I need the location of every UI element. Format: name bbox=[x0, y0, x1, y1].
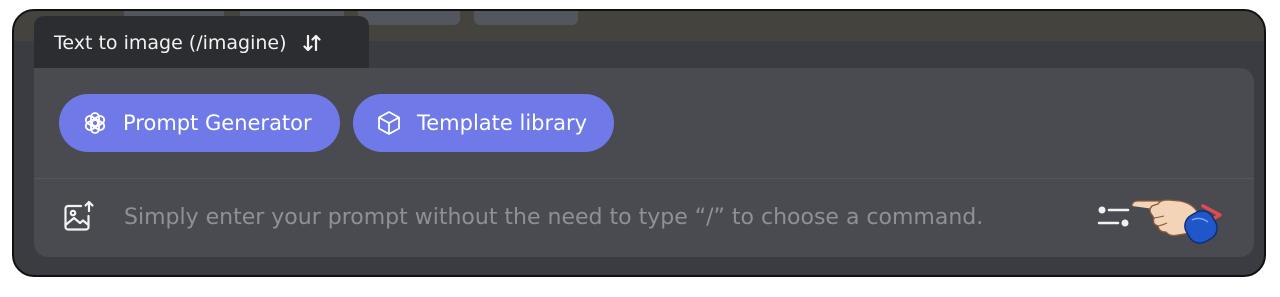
swap-vertical-icon[interactable] bbox=[302, 33, 321, 53]
image-upload-icon[interactable] bbox=[62, 199, 96, 233]
mode-tab-label: Text to image (/imagine) bbox=[54, 32, 287, 54]
mode-tab[interactable]: Text to image (/imagine) bbox=[34, 16, 369, 70]
command-window: Text to image (/imagine) Prompt Generato… bbox=[12, 9, 1266, 277]
cube-icon bbox=[375, 109, 403, 137]
prompt-generator-label: Prompt Generator bbox=[123, 111, 312, 135]
prompt-generator-button[interactable]: Prompt Generator bbox=[59, 94, 340, 152]
template-library-button[interactable]: Template library bbox=[353, 94, 614, 152]
template-library-label: Template library bbox=[417, 111, 588, 135]
background-tab bbox=[358, 11, 460, 25]
prompt-input[interactable] bbox=[122, 196, 1066, 238]
prompt-panel: Prompt Generator Template library bbox=[34, 68, 1254, 257]
sliders-icon[interactable] bbox=[1096, 202, 1132, 232]
openai-logo-icon bbox=[81, 109, 109, 137]
divider bbox=[34, 178, 1254, 179]
background-tab bbox=[474, 11, 578, 25]
hand-pointer-icon bbox=[1130, 188, 1220, 258]
